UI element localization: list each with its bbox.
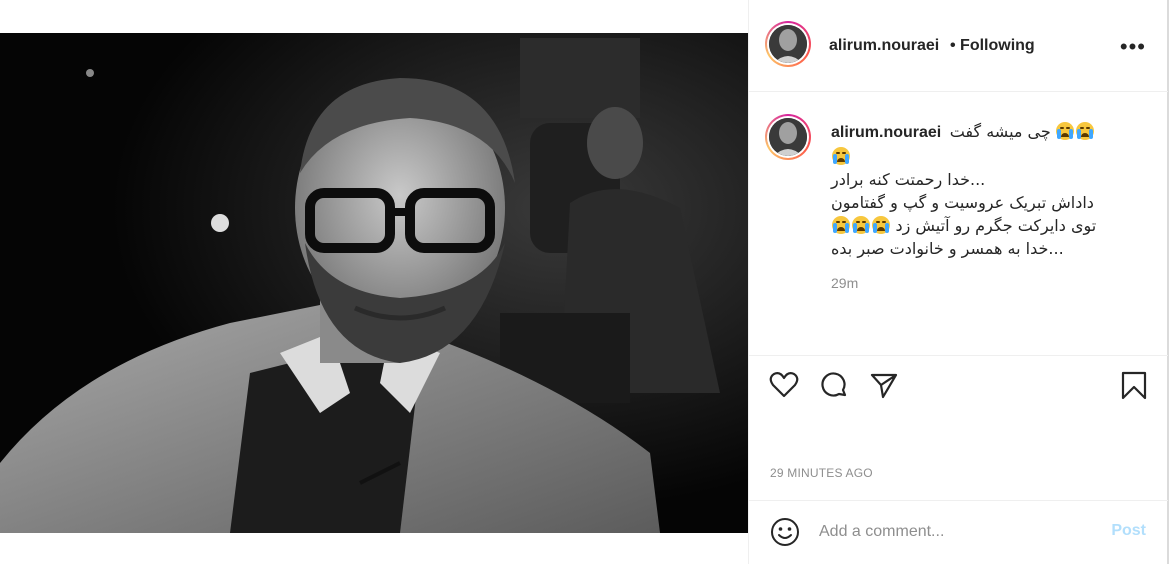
following-button[interactable]: • Following	[950, 37, 1035, 55]
caption-emoji-line	[831, 147, 851, 167]
more-options-icon[interactable]: •••	[1120, 34, 1146, 60]
post-comment-button[interactable]: Post	[1111, 522, 1146, 540]
post-media	[0, 0, 748, 564]
caption-line-4-row: توی دایرکت جگرم رو آتیش زد	[831, 214, 1096, 238]
caption-relative-time[interactable]: 29m	[831, 275, 858, 291]
share-icon[interactable]	[869, 370, 899, 400]
avatar[interactable]	[765, 21, 811, 67]
loudly-crying-face-icon	[852, 216, 870, 234]
caption-username-link[interactable]: alirum.nouraei	[831, 124, 941, 141]
caption-line-4: توی دایرکت جگرم رو آتیش زد	[895, 216, 1097, 235]
post-sidebar: alirum.nouraei • Following ••• alirum.no…	[748, 0, 1168, 564]
loudly-crying-face-icon	[832, 147, 850, 165]
heart-icon[interactable]	[769, 370, 799, 400]
loudly-crying-face-icon	[832, 216, 850, 234]
comment-icon[interactable]	[819, 370, 849, 400]
media-bottom-margin	[0, 533, 748, 564]
caption-line-3: داداش تبریک عروسیت و گپ و گفتامون	[831, 193, 1094, 212]
caption-first-line: alirum.nouraei چی میشه گفت	[831, 122, 1095, 142]
username-link[interactable]: alirum.nouraei	[829, 37, 939, 55]
caption-avatar-image	[769, 118, 807, 156]
avatar-image	[769, 25, 807, 63]
photo-illustration	[0, 33, 748, 533]
caption-line-1: چی میشه گفت	[949, 122, 1051, 141]
action-bar	[749, 355, 1168, 415]
post-header: alirum.nouraei • Following •••	[749, 0, 1168, 92]
post-photo[interactable]	[0, 33, 748, 533]
loudly-crying-face-icon	[1056, 122, 1075, 140]
post-timestamp[interactable]: 29 MINUTES AGO	[770, 466, 873, 480]
bookmark-icon[interactable]	[1119, 370, 1149, 400]
comment-bar: Post	[749, 500, 1168, 564]
media-top-margin	[0, 0, 748, 33]
emoji-smile-icon[interactable]	[769, 516, 801, 548]
loudly-crying-face-icon	[1076, 122, 1095, 140]
comment-input[interactable]	[819, 521, 1089, 543]
loudly-crying-face-icon	[872, 216, 890, 234]
caption-avatar[interactable]	[765, 114, 811, 160]
caption-line-2: ...خدا رحمتت کنه برادر	[831, 170, 986, 189]
caption-line-5: ...خدا به همسر و خانوادت صبر بده	[831, 239, 1064, 258]
